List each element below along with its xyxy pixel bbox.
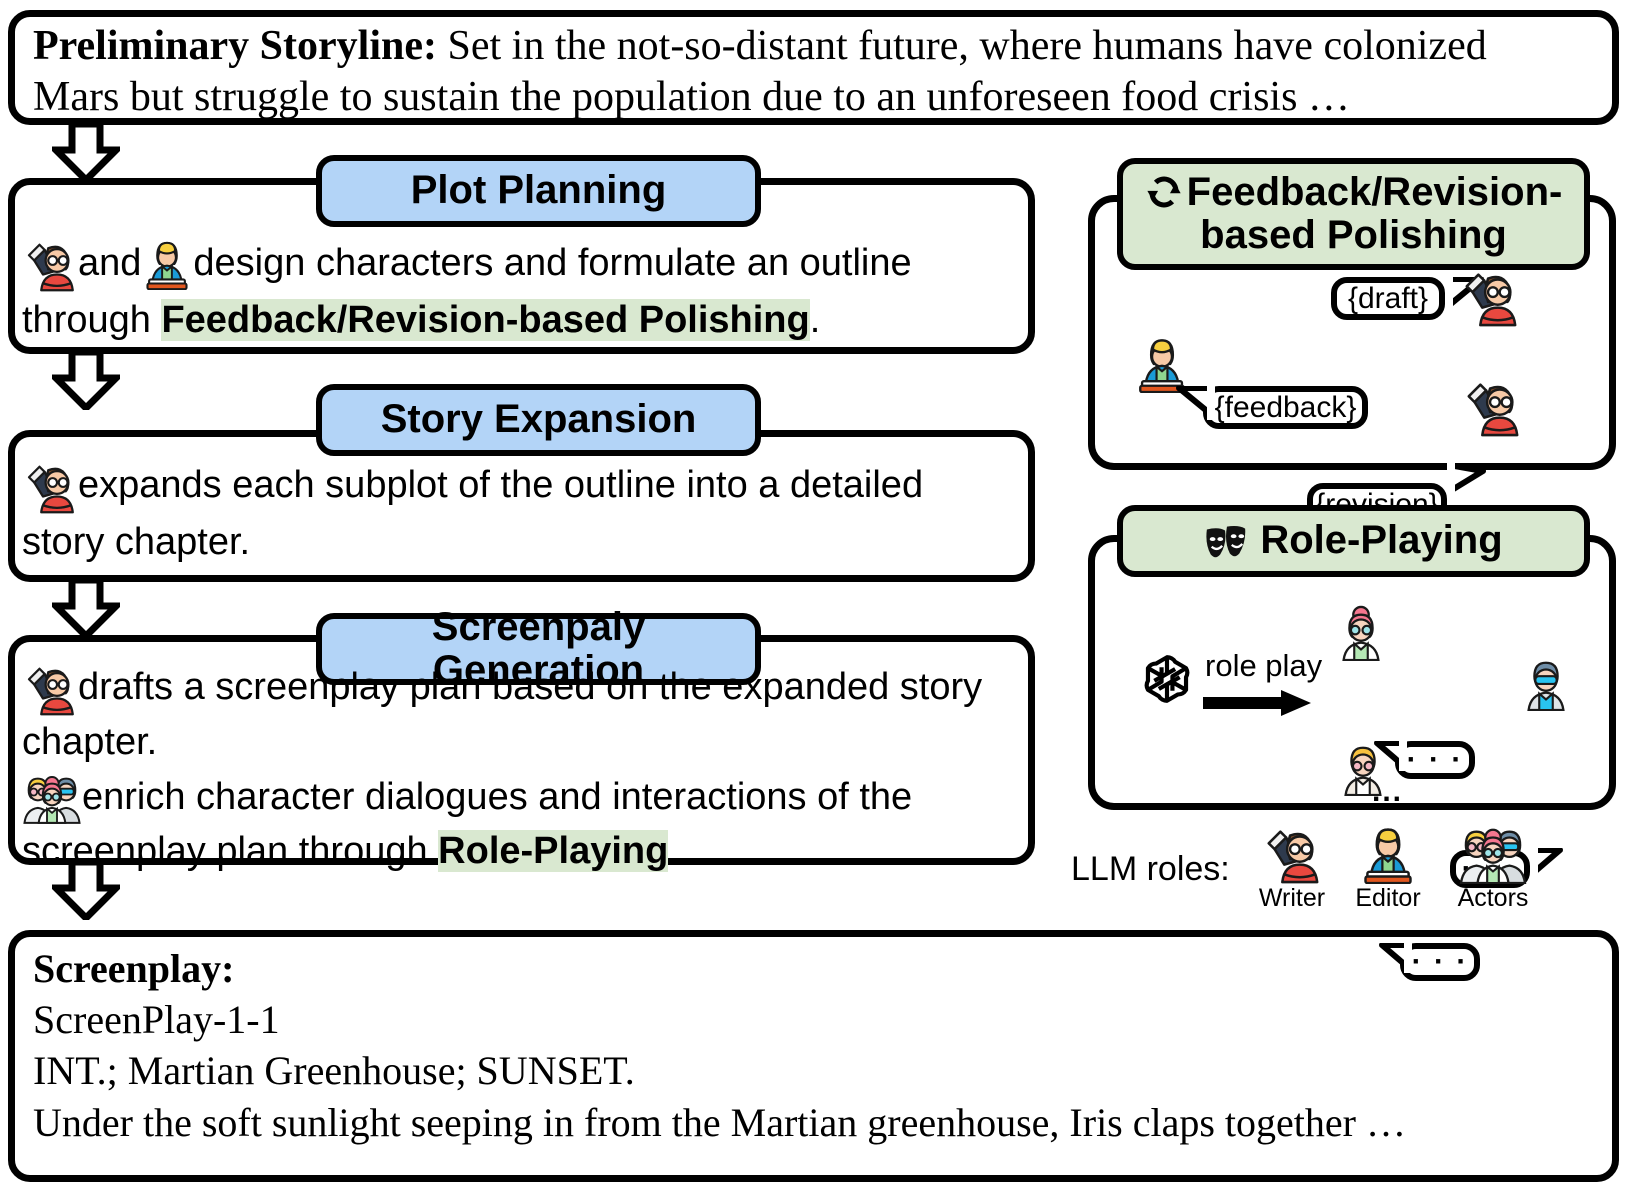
legend-label-actors: Actors bbox=[1457, 884, 1529, 912]
actor-avatar-pink-icon bbox=[1335, 605, 1387, 661]
plot-planning-title: Plot Planning bbox=[410, 168, 667, 213]
preliminary-storyline-line2: Mars but struggle to sustain the populat… bbox=[33, 74, 1350, 121]
flow-arrow-3 bbox=[52, 580, 120, 638]
writer-avatar-icon bbox=[22, 660, 78, 716]
preliminary-storyline-line1: Set in the not-so-distant future, where … bbox=[437, 23, 1487, 69]
plot-planning-line1-pre: and bbox=[78, 242, 142, 285]
legend-label-writer: Writer bbox=[1258, 884, 1326, 912]
legend-item-writer: Writer bbox=[1255, 822, 1329, 913]
screenplay-output-line2: INT.; Martian Greenhouse; SUNSET. bbox=[33, 1048, 635, 1094]
actor-bubble-1-text: · · · bbox=[1406, 743, 1464, 776]
cycle-arrows-icon bbox=[1145, 173, 1183, 211]
draft-bubble-text: {draft} bbox=[1347, 281, 1429, 315]
draft-bubble: {draft} bbox=[1331, 276, 1484, 320]
feedback-revision-header: Feedback/Revision- based Polishing bbox=[1117, 158, 1590, 270]
legend-item-actors: Actors bbox=[1447, 822, 1539, 913]
actor-bubble-3-text: · · · bbox=[1411, 945, 1469, 978]
role-playing-title: Role-Playing bbox=[1260, 518, 1503, 563]
flow-arrow-1 bbox=[52, 124, 120, 182]
openai-logo-icon bbox=[1138, 650, 1196, 708]
flow-arrow-2 bbox=[52, 352, 120, 410]
plot-planning-line2-post: . bbox=[809, 299, 821, 341]
actor-bubble-1: · · · bbox=[1374, 740, 1475, 779]
actors-avatar-icon bbox=[1447, 822, 1539, 884]
screenplay-generation-line2: chapter. bbox=[22, 721, 158, 763]
preliminary-storyline-box: Preliminary Storyline: Set in the not-so… bbox=[8, 10, 1619, 125]
screenplay-generation-line3: enrich character dialogues and interacti… bbox=[82, 775, 913, 818]
bubble-tail-icon bbox=[1378, 942, 1415, 981]
llm-roles-legend-label: LLM roles: bbox=[1071, 850, 1230, 888]
feedback-bubble: {feedback} bbox=[1176, 385, 1368, 429]
bubble-tail-icon bbox=[1444, 459, 1487, 507]
screenplay-generation-method-highlight: Role-Playing bbox=[438, 830, 669, 873]
writer-avatar-icon bbox=[1461, 375, 1523, 437]
story-expansion-header: Story Expansion bbox=[316, 384, 761, 456]
role-play-arrow-icon bbox=[1203, 690, 1311, 721]
editor-avatar-icon bbox=[1133, 335, 1191, 393]
story-expansion-line1: expands each subplot of the outline into… bbox=[78, 464, 924, 507]
theater-masks-icon bbox=[1204, 523, 1248, 559]
plot-planning-header: Plot Planning bbox=[316, 155, 761, 227]
story-expansion-line2: story chapter. bbox=[22, 521, 251, 563]
legend-label-editor: Editor bbox=[1355, 884, 1421, 912]
story-expansion-text: expands each subplot of the outline into… bbox=[22, 458, 1022, 567]
writer-avatar-icon bbox=[1459, 265, 1521, 327]
screenplay-output-label: Screenplay: bbox=[33, 946, 235, 991]
screenplay-generation-line4-post: . bbox=[668, 830, 679, 873]
feedback-bubble-text: {feedback} bbox=[1214, 390, 1357, 424]
screenplay-generation-line1: drafts a screenplay plan based on the ex… bbox=[78, 666, 983, 709]
writer-avatar-icon bbox=[1255, 822, 1329, 884]
role-playing-ellipsis: ... bbox=[1372, 775, 1404, 808]
actors-avatar-icon bbox=[22, 769, 82, 825]
writer-avatar-icon bbox=[22, 458, 78, 514]
actor-avatar-blue-icon bbox=[1520, 655, 1572, 711]
preliminary-storyline-label: Preliminary Storyline: bbox=[33, 23, 437, 69]
bubble-tail-icon bbox=[1175, 385, 1218, 428]
screenplay-output-line1: ScreenPlay-1-1 bbox=[33, 997, 280, 1043]
flow-arrow-4 bbox=[52, 862, 120, 920]
role-playing-header: Role-Playing bbox=[1117, 505, 1590, 577]
plot-planning-text: and design characters and formulate an o… bbox=[22, 236, 1022, 345]
story-expansion-title: Story Expansion bbox=[380, 397, 697, 442]
screenplay-generation-text: drafts a screenplay plan based on the ex… bbox=[22, 660, 1032, 877]
legend-item-editor: Editor bbox=[1351, 824, 1425, 913]
plot-planning-line2-pre: through bbox=[22, 299, 162, 341]
editor-avatar-icon bbox=[141, 238, 193, 290]
llm-roles-legend: Writer Editor Actors bbox=[1255, 822, 1555, 913]
role-play-arrow-label: role play bbox=[1205, 648, 1323, 683]
editor-avatar-icon bbox=[1351, 824, 1425, 884]
screenplay-output-line3: Under the soft sunlight seeping in from … bbox=[33, 1099, 1406, 1145]
feedback-revision-title-line2: based Polishing bbox=[1200, 213, 1507, 257]
plot-planning-line1-post: design characters and formulate an outli… bbox=[193, 242, 912, 285]
actor-bubble-3: · · · bbox=[1379, 942, 1480, 981]
writer-avatar-icon bbox=[22, 236, 78, 292]
plot-planning-method-highlight: Feedback/Revision-based Polishing bbox=[161, 299, 810, 341]
feedback-revision-title-line1: Feedback/Revision- bbox=[1186, 169, 1563, 214]
